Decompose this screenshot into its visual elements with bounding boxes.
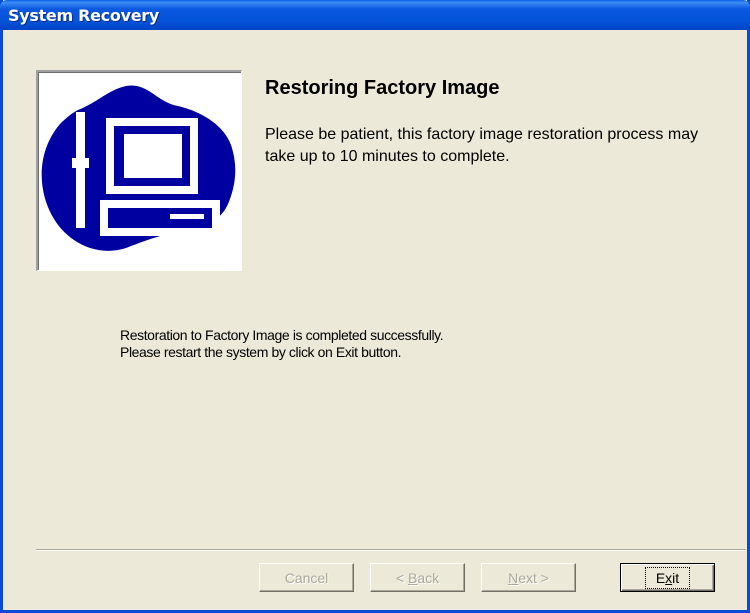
next-button[interactable]: Next > xyxy=(481,563,576,592)
page-heading: Restoring Factory Image xyxy=(265,77,500,99)
back-button-label: < Back xyxy=(395,569,440,586)
page-description: Please be patient, this factory image re… xyxy=(265,126,699,165)
status-line-2: Please restart the system by click on Ex… xyxy=(120,344,402,360)
status-message: Restoration to Factory Image is complete… xyxy=(120,327,444,361)
cancel-button-label: Cancel xyxy=(284,569,329,586)
button-divider xyxy=(36,549,746,551)
computer-repair-icon xyxy=(41,85,236,251)
cancel-button[interactable]: Cancel xyxy=(259,563,354,592)
title-bar[interactable]: System Recovery xyxy=(0,0,750,30)
next-button-label: Next > xyxy=(508,569,549,586)
exit-button-label: Exit xyxy=(644,566,691,589)
window-title: System Recovery xyxy=(8,6,159,25)
status-line-1: Restoration to Factory Image is complete… xyxy=(120,327,444,343)
back-button[interactable]: < Back xyxy=(370,563,465,592)
system-recovery-window: System Recovery Restoring Factory Image … xyxy=(0,0,750,613)
logo-panel xyxy=(36,70,242,271)
exit-button[interactable]: Exit xyxy=(620,563,715,592)
